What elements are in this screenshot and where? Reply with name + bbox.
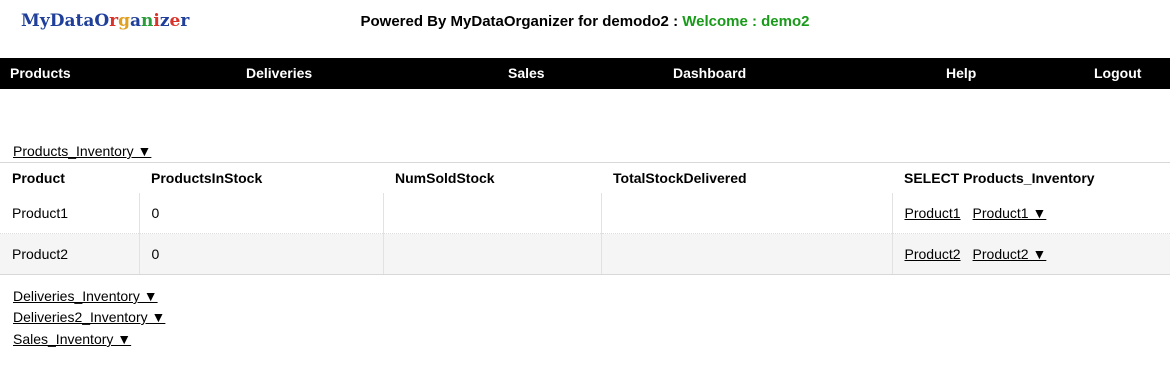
nav-help[interactable]: Help	[946, 65, 976, 81]
nav-deliveries[interactable]: Deliveries	[246, 65, 312, 81]
powered-by-text: Powered By MyDataOrganizer for demodo2 :	[360, 13, 683, 30]
cell-total-stock-delivered	[600, 233, 892, 275]
sales-inventory-toggle[interactable]: Sales_Inventory ▼	[13, 331, 131, 347]
nav-products[interactable]: Products	[10, 65, 71, 81]
cell-num-sold-stock	[382, 193, 601, 234]
deliveries-inventory-toggle[interactable]: Deliveries_Inventory ▼	[13, 288, 158, 304]
nav-logout[interactable]: Logout	[1094, 65, 1141, 81]
column-header-select: SELECT Products_Inventory	[892, 162, 1170, 193]
table-row: Product1 0 Product1 Product1 ▼	[0, 193, 1170, 234]
cell-select: Product2 Product2 ▼	[891, 233, 1170, 275]
table-row: Product2 0 Product2 Product2 ▼	[0, 233, 1170, 275]
deliveries2-inventory-toggle[interactable]: Deliveries2_Inventory ▼	[13, 309, 165, 325]
product-link[interactable]: Product1	[905, 205, 961, 221]
cell-products-in-stock: 0	[138, 193, 383, 234]
column-header-products-in-stock: ProductsInStock	[139, 162, 383, 193]
cell-products-in-stock: 0	[138, 233, 383, 275]
products-inventory-table: Product ProductsInStock NumSoldStock Tot…	[0, 162, 1170, 275]
nav-sales[interactable]: Sales	[508, 65, 545, 81]
nav-dashboard[interactable]: Dashboard	[673, 65, 746, 81]
cell-product: Product2	[0, 233, 139, 275]
cell-select: Product1 Product1 ▼	[891, 193, 1170, 234]
products-inventory-toggle[interactable]: Products_Inventory ▼	[13, 143, 151, 159]
main-nav: Products Deliveries Sales Dashboard Help…	[0, 58, 1170, 89]
header-banner: Powered By MyDataOrganizer for demodo2 :…	[0, 13, 1170, 30]
column-header-product: Product	[0, 162, 139, 193]
welcome-text: Welcome : demo2	[682, 13, 810, 30]
column-header-total-stock-delivered: TotalStockDelivered	[601, 162, 892, 193]
product-link[interactable]: Product2	[905, 246, 961, 262]
product-dropdown[interactable]: Product1 ▼	[973, 205, 1047, 221]
cell-product: Product1	[12, 205, 69, 221]
column-header-num-sold-stock: NumSoldStock	[383, 162, 601, 193]
product-dropdown[interactable]: Product2 ▼	[973, 246, 1047, 262]
cell-total-stock-delivered	[600, 193, 892, 234]
table-header-row: Product ProductsInStock NumSoldStock Tot…	[0, 162, 1170, 193]
cell-num-sold-stock	[382, 233, 601, 275]
